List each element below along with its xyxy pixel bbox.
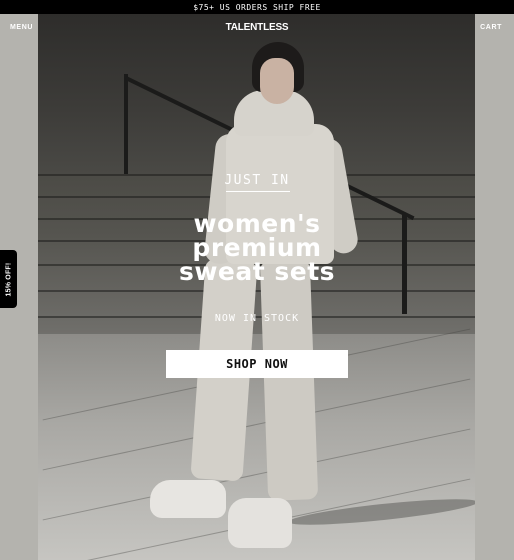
announcement-text: $75+ US ORDERS SHIP FREE xyxy=(193,2,321,12)
model-face xyxy=(260,58,294,104)
handrail-post xyxy=(124,74,128,174)
shop-now-button[interactable]: SHOP NOW xyxy=(166,350,348,378)
sneaker xyxy=(150,480,226,518)
cart-button[interactable]: CART xyxy=(480,24,502,31)
headline-line: sweat sets xyxy=(178,257,336,286)
announcement-bar: $75+ US ORDERS SHIP FREE xyxy=(0,0,514,14)
brand-logo[interactable]: TALENTLESS xyxy=(0,22,514,33)
hero-headline: women's premium sweat sets xyxy=(0,211,514,286)
hero-image xyxy=(38,14,475,560)
hero-subtext: NOW IN STOCK xyxy=(214,313,300,324)
model-leg xyxy=(259,259,319,501)
stair-edge xyxy=(38,290,475,292)
eyebrow-underline xyxy=(226,191,290,192)
hero-eyebrow: JUST IN xyxy=(224,173,290,188)
sneaker xyxy=(228,498,292,548)
